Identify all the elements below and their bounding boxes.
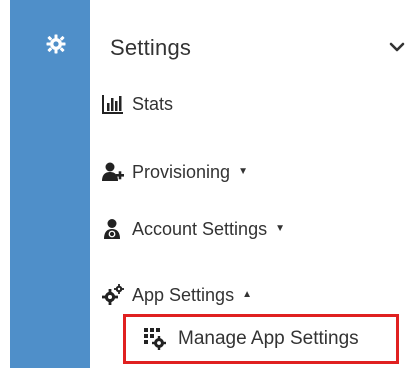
window-edge — [0, 0, 10, 368]
grid-cog-icon — [144, 328, 166, 350]
gears-icon — [102, 284, 124, 306]
user-plus-icon — [102, 161, 124, 183]
gear-icon[interactable] — [46, 34, 66, 54]
sidebar-rail — [10, 0, 90, 368]
chevron-down-icon[interactable] — [388, 38, 406, 56]
bar-chart-icon — [102, 93, 124, 115]
settings-title: Settings — [110, 35, 192, 60]
settings-header[interactable]: Settings — [110, 33, 406, 63]
caret-down-icon: ▼ — [275, 223, 285, 234]
menu-item-stats[interactable]: Stats — [102, 90, 406, 118]
menu-item-label: Provisioning — [132, 161, 231, 182]
menu-item-label: Account Settings — [132, 218, 268, 239]
menu-item-app-settings[interactable]: App Settings ▲ — [102, 281, 406, 309]
menu-item-provisioning[interactable]: Provisioning ▼ — [102, 158, 406, 186]
menu-item-account-settings[interactable]: Account Settings ▼ — [102, 215, 406, 243]
user-cog-icon — [102, 218, 124, 240]
settings-menu: Settings Stats Provisioning ▼ Account Se… — [90, 0, 406, 368]
menu-item-label: Stats — [132, 93, 174, 114]
caret-up-icon: ▲ — [242, 289, 252, 300]
menu-item-label: App Settings — [132, 284, 235, 305]
submenu-item-label: Manage App Settings — [178, 328, 359, 349]
caret-down-icon: ▼ — [238, 166, 248, 177]
submenu-item-manage-app-settings[interactable]: Manage App Settings — [123, 314, 399, 364]
